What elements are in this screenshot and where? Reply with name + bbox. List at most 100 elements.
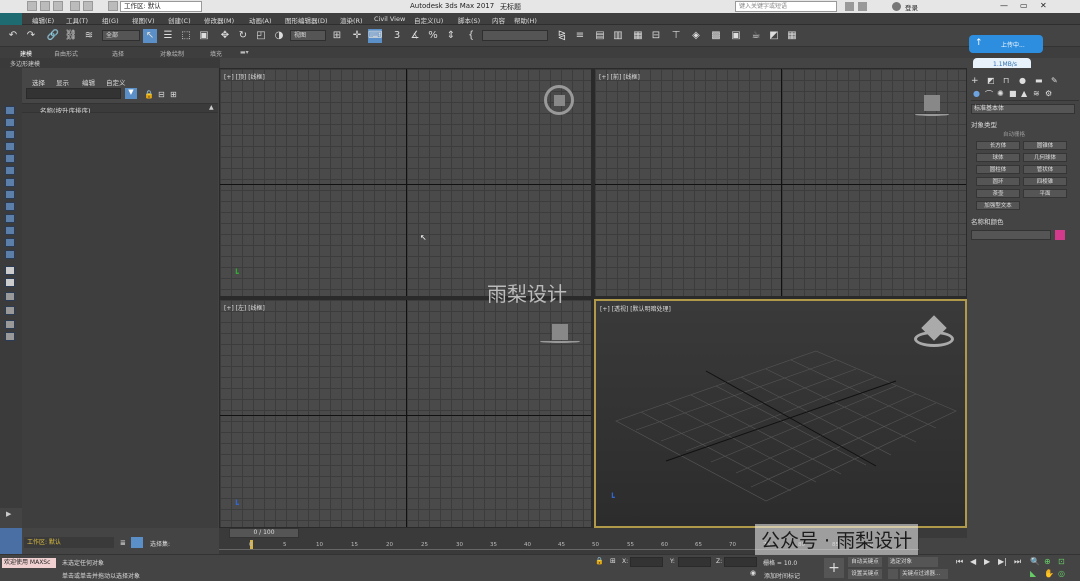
utilities-tab-icon[interactable]: ✎ <box>1051 76 1058 85</box>
x-field[interactable] <box>630 557 663 567</box>
zoom-extents-icon[interactable]: ⊡ <box>1058 557 1065 566</box>
zoom-all-icon[interactable]: ⊕ <box>1044 557 1051 566</box>
orbit-icon[interactable]: ◎ <box>1058 569 1065 578</box>
reference-coordinate-dropdown[interactable]: 视图 <box>290 30 326 41</box>
render-cloud-icon[interactable]: ▦ <box>785 29 799 43</box>
display-shapes-icon[interactable] <box>5 130 15 139</box>
geometry-icon[interactable]: ● <box>973 89 980 98</box>
viewcube-ring-icon[interactable] <box>540 340 580 343</box>
display-invert-icon[interactable] <box>5 278 15 287</box>
tab-modeling[interactable]: 建模 <box>20 49 32 58</box>
menu-group[interactable]: 组(G) <box>102 15 119 25</box>
textplus-button[interactable]: 加强型文本 <box>976 201 1020 210</box>
time-slider-thumb[interactable]: 0 / 100 <box>229 528 299 538</box>
menu-views[interactable]: 视图(V) <box>132 15 155 25</box>
display-xrefs-icon[interactable] <box>5 202 15 211</box>
display-groups-icon[interactable] <box>5 190 15 199</box>
menu-customize[interactable]: 自定义(U) <box>414 15 443 25</box>
selection-set-icon[interactable]: ≣ <box>120 539 126 547</box>
viewport-label-top[interactable]: [+] [顶] [线框] <box>224 72 265 81</box>
explorer-tab-customize[interactable]: 自定义 <box>106 77 126 87</box>
menu-edit[interactable]: 编辑(E) <box>32 15 54 25</box>
redo-icon[interactable]: ↷ <box>24 29 38 43</box>
close-button[interactable]: ✕ <box>1040 1 1047 10</box>
viewcube-icon[interactable] <box>552 324 568 340</box>
motion-tab-icon[interactable]: ● <box>1019 76 1026 85</box>
viewport-top[interactable]: [+] [顶] [线框] ┗ ↖ <box>219 68 592 297</box>
explorer-list[interactable] <box>22 113 218 528</box>
play-icon[interactable]: ▶ <box>984 557 990 566</box>
link-icon[interactable]: 🔗 <box>46 29 60 43</box>
autogrid-checkbox[interactable]: 自动栅格 <box>1003 130 1025 138</box>
percent-snap-icon[interactable]: % <box>426 29 440 43</box>
bind-space-warp-icon[interactable]: ≋ <box>82 29 96 43</box>
snaps-toggle-icon[interactable]: 3 <box>390 29 404 43</box>
cameras-icon[interactable]: ■ <box>1009 89 1017 98</box>
tab-freeform[interactable]: 自由形式 <box>54 49 78 58</box>
filter-icon[interactable] <box>5 292 15 301</box>
render-setup-icon[interactable]: ▩ <box>709 29 723 43</box>
search-input[interactable]: 键入关键字或短语 <box>735 1 837 12</box>
viewcube-icon[interactable] <box>924 95 940 111</box>
menu-scripting[interactable]: 脚本(S) <box>458 15 480 25</box>
teapot-button[interactable]: 茶壶 <box>976 189 1020 198</box>
create-tab-icon[interactable]: + <box>971 76 979 86</box>
rollout-object-type[interactable]: 对象类型 <box>971 119 997 129</box>
named-selection-dropdown[interactable] <box>482 30 548 41</box>
menu-tools[interactable]: 工具(T) <box>66 15 88 25</box>
menu-civil-view[interactable]: Civil View <box>374 15 405 23</box>
layer-view-icon[interactable]: ⊞ <box>170 90 177 99</box>
filter-toggle-icon[interactable]: ▼ <box>125 88 137 99</box>
display-all-icon[interactable] <box>5 266 15 275</box>
move-icon[interactable]: ✥ <box>218 29 232 43</box>
undo-icon[interactable] <box>70 1 80 11</box>
menu-graph-editors[interactable]: 图形编辑器(D) <box>285 15 328 25</box>
torus-button[interactable]: 圆环 <box>976 177 1020 186</box>
project-icon[interactable] <box>108 1 118 11</box>
viewcube-icon[interactable] <box>554 95 565 106</box>
pyramid-button[interactable]: 四棱锥 <box>1023 177 1067 186</box>
viewport-perspective[interactable]: [+] [透视] [默认明暗处理] ┗ <box>594 299 967 528</box>
tab-selection[interactable]: 选择 <box>112 49 124 58</box>
render-iterative-icon[interactable]: ◩ <box>767 29 781 43</box>
time-tag-icon[interactable]: ◉ <box>750 569 756 577</box>
display-lights-icon[interactable] <box>5 142 15 151</box>
display-none-icon[interactable] <box>5 106 15 115</box>
layer-icon[interactable] <box>5 332 15 341</box>
geosphere-button[interactable]: 几何球体 <box>1023 153 1067 162</box>
explorer-tab-display[interactable]: 显示 <box>56 77 69 87</box>
save-icon[interactable] <box>53 1 63 11</box>
expand-arrow-icon[interactable]: ▶ <box>6 510 11 518</box>
layer-explorer-icon[interactable]: ▥ <box>611 29 625 43</box>
go-to-end-icon[interactable]: ⏭ <box>1014 557 1021 567</box>
set-key-button[interactable]: 设置关键点 <box>848 569 882 579</box>
display-frozen-icon[interactable] <box>5 238 15 247</box>
funnel-icon[interactable] <box>5 306 15 315</box>
viewport-left[interactable]: [+] [左] [线框] ┗ <box>219 299 592 528</box>
workspace-dropdown[interactable]: 工作区: 默认 <box>120 1 202 12</box>
user-icon[interactable] <box>892 2 901 11</box>
set-key-big-icon[interactable]: + <box>824 558 844 578</box>
menu-help[interactable]: 帮助(H) <box>514 15 537 25</box>
viewport-label-left[interactable]: [+] [左] [线框] <box>224 303 265 312</box>
mirror-icon[interactable]: ⧎ <box>555 29 569 43</box>
menu-rendering[interactable]: 渲染(R) <box>340 15 363 25</box>
display-containers-icon[interactable] <box>5 226 15 235</box>
cylinder-button[interactable]: 圆柱体 <box>976 165 1020 174</box>
curve-editor-icon[interactable]: ⊟ <box>649 29 663 43</box>
display-geometry-icon[interactable] <box>5 118 15 127</box>
cone-button[interactable]: 圆锥体 <box>1023 141 1067 150</box>
key-mode-dropdown[interactable]: 选定对象 <box>888 557 938 567</box>
menu-animation[interactable]: 动画(A) <box>249 15 272 25</box>
upload-widget[interactable]: ↑ 上传中... <box>969 35 1043 53</box>
undo-icon[interactable]: ↶ <box>6 29 20 43</box>
rollout-name-color[interactable]: 名称和颜色 <box>971 216 1004 226</box>
go-to-start-icon[interactable]: ⏮ <box>956 557 963 567</box>
workspace-selector[interactable]: 工作区: 默认 <box>24 537 114 548</box>
viewport-label-front[interactable]: [+] [前] [线框] <box>599 72 640 81</box>
y-field[interactable] <box>678 557 711 567</box>
maxscript-listener[interactable]: 欢迎使用 MAXSc <box>2 558 56 568</box>
display-helpers-icon[interactable] <box>5 166 15 175</box>
zoom-icon[interactable]: 🔍 <box>1030 557 1040 566</box>
viewcube-ring-icon[interactable] <box>544 85 574 115</box>
